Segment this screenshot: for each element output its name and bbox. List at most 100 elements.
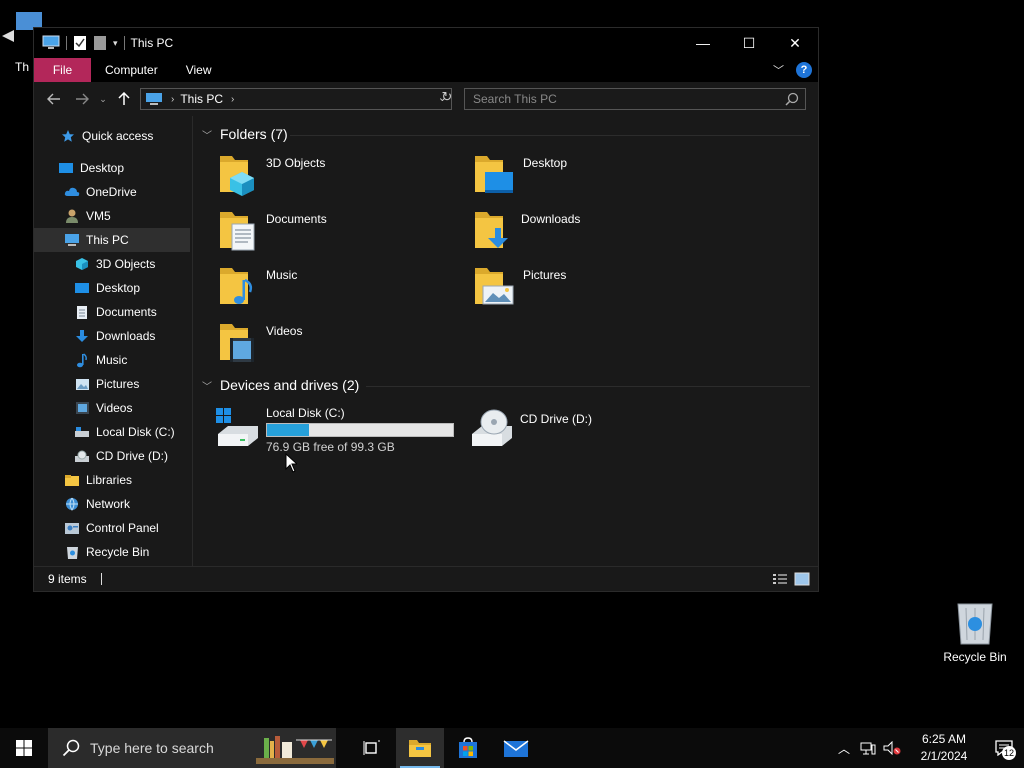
properties-icon[interactable] xyxy=(73,35,87,51)
sidebar-item-onedrive[interactable]: OneDrive xyxy=(34,180,190,204)
picture-icon xyxy=(475,268,514,305)
sidebar-item-3d-objects[interactable]: 3D Objects xyxy=(34,252,190,276)
group-divider xyxy=(290,135,810,136)
recent-locations-button[interactable]: ⌄ xyxy=(96,87,110,111)
refresh-button[interactable]: ↻ xyxy=(438,86,456,108)
folder-downloads[interactable]: Downloads xyxy=(473,208,580,252)
title-bar[interactable]: ▾ This PC — ☐ ✕ xyxy=(34,28,818,58)
document-icon xyxy=(220,212,255,251)
sidebar-item-cd-drive[interactable]: CD Drive (D:) xyxy=(34,444,190,468)
search-highlight-illustration-icon xyxy=(256,736,334,764)
up-arrow-icon xyxy=(118,92,130,105)
help-button[interactable]: ? xyxy=(796,62,812,78)
start-button[interactable] xyxy=(0,728,48,768)
sidebar-item-label: Pictures xyxy=(96,377,140,391)
sidebar-item-label: 3D Objects xyxy=(96,257,156,271)
search-input[interactable]: Search This PC xyxy=(464,88,806,110)
breadcrumb-this-pc[interactable]: This PC xyxy=(180,92,223,106)
mail-icon xyxy=(503,740,529,757)
folder-documents[interactable]: Documents xyxy=(218,208,327,252)
address-bar[interactable]: › This PC › ⌄ xyxy=(140,88,452,110)
sidebar-item-documents[interactable]: Documents xyxy=(34,300,190,324)
minimize-button[interactable]: — xyxy=(680,28,726,58)
folder-desktop[interactable]: Desktop xyxy=(473,152,567,196)
folder-name: Desktop xyxy=(523,156,568,170)
expand-ribbon-icon[interactable]: ﹀ xyxy=(773,62,784,78)
music-icon xyxy=(220,268,253,304)
sidebar-item-label: Documents xyxy=(96,305,157,319)
up-button[interactable] xyxy=(110,87,138,111)
new-folder-icon[interactable] xyxy=(93,35,107,51)
folder-pictures[interactable]: Pictures xyxy=(473,264,566,308)
drive-free-space: 76.9 GB free of 99.3 GB xyxy=(266,440,395,454)
taskbar-search-box[interactable]: Type here to search xyxy=(48,728,336,768)
sidebar-item-label: VM5 xyxy=(86,209,111,223)
sidebar-item-label: Recycle Bin xyxy=(86,545,150,559)
pane-splitter[interactable] xyxy=(192,116,193,566)
sidebar-item-quick-access[interactable]: Quick access xyxy=(34,124,190,148)
folder-videos[interactable]: Videos xyxy=(218,320,302,364)
sidebar-item-downloads[interactable]: Downloads xyxy=(34,324,190,348)
folder-name: Documents xyxy=(266,212,327,226)
sidebar-item-local-disk[interactable]: Local Disk (C:) xyxy=(34,420,190,444)
task-view-button[interactable] xyxy=(348,728,396,768)
folder-name: 3D Objects xyxy=(266,156,326,170)
cube-icon xyxy=(74,256,90,272)
window-controls: — ☐ ✕ xyxy=(680,28,818,58)
taskbar-mail[interactable] xyxy=(492,728,540,768)
sidebar-item-label: This PC xyxy=(86,233,129,247)
show-hidden-icons-chevron-icon[interactable]: ︿ xyxy=(832,728,856,768)
sidebar-item-control-panel[interactable]: Control Panel xyxy=(34,516,190,540)
drive-usage-bar xyxy=(266,423,454,437)
clock-time: 6:25 AM xyxy=(921,732,967,746)
sidebar-item-label: Desktop xyxy=(80,161,125,175)
sidebar-item-label: Quick access xyxy=(82,129,154,143)
back-button[interactable] xyxy=(40,87,68,111)
taskbar-file-explorer[interactable] xyxy=(396,728,444,768)
drive-name: CD Drive (D:) xyxy=(520,412,592,426)
sidebar-item-recycle-bin[interactable]: Recycle Bin xyxy=(34,540,190,564)
sidebar-item-label: Downloads xyxy=(96,329,156,343)
sidebar-item-videos[interactable]: Videos xyxy=(34,396,190,420)
breadcrumb-chevron-icon[interactable]: › xyxy=(171,94,174,105)
recycle-bin-icon xyxy=(64,544,80,560)
close-button[interactable]: ✕ xyxy=(772,28,818,58)
sidebar-item-vm5[interactable]: VM5 xyxy=(34,204,190,228)
status-bar: 9 items xyxy=(34,566,818,591)
breadcrumb-chevron-icon[interactable]: › xyxy=(231,94,234,105)
forward-button[interactable] xyxy=(68,87,96,111)
taskbar-microsoft-store[interactable] xyxy=(444,728,492,768)
qat-separator xyxy=(66,36,67,50)
folder-music[interactable]: Music xyxy=(218,264,297,308)
folder-3d-objects[interactable]: 3D Objects xyxy=(218,152,325,196)
clock[interactable]: 6:25 AM 2/1/2024 xyxy=(904,731,984,765)
volume-muted-icon[interactable] xyxy=(880,728,904,768)
sidebar-item-desktop[interactable]: Desktop xyxy=(34,276,190,300)
desktop-recycle-bin-icon[interactable]: Recycle Bin xyxy=(935,600,1015,664)
tab-view[interactable]: View xyxy=(172,58,226,82)
details-view-icon[interactable] xyxy=(772,572,788,586)
ribbon-tabs: File Computer View ﹀ ? xyxy=(34,58,818,82)
maximize-button[interactable]: ☐ xyxy=(726,28,772,58)
desktop-icon xyxy=(74,280,90,296)
qat-separator xyxy=(123,36,125,50)
qat-dropdown-icon[interactable]: ▾ xyxy=(113,38,118,49)
sidebar-item-pictures[interactable]: Pictures xyxy=(34,372,190,396)
tab-file[interactable]: File xyxy=(34,58,91,82)
large-icons-view-icon[interactable] xyxy=(794,572,810,586)
sidebar-item-libraries[interactable]: Libraries xyxy=(34,468,190,492)
drive-local-disk-c[interactable]: Local Disk (C:) 76.9 GB free of 99.3 GB xyxy=(214,406,454,454)
cd-drive-icon xyxy=(74,448,90,464)
sidebar-item-music[interactable]: Music xyxy=(34,348,190,372)
sidebar-item-desktop-root[interactable]: Desktop xyxy=(34,156,190,180)
action-center-button[interactable]: 12 xyxy=(984,728,1024,768)
network-icon[interactable] xyxy=(856,728,880,768)
sidebar-item-network[interactable]: Network xyxy=(34,492,190,516)
folders-group-header[interactable]: ﹀ Folders (7) xyxy=(202,126,288,142)
drives-group-header[interactable]: ﹀ Devices and drives (2) xyxy=(202,377,359,393)
drive-cd-d[interactable]: CD Drive (D:) xyxy=(468,406,592,450)
tab-computer[interactable]: Computer xyxy=(91,58,172,82)
sidebar-item-this-pc[interactable]: This PC xyxy=(34,228,190,252)
ribbon-right: ﹀ ? xyxy=(773,62,812,78)
sidebar-item-label: CD Drive (D:) xyxy=(96,449,168,463)
